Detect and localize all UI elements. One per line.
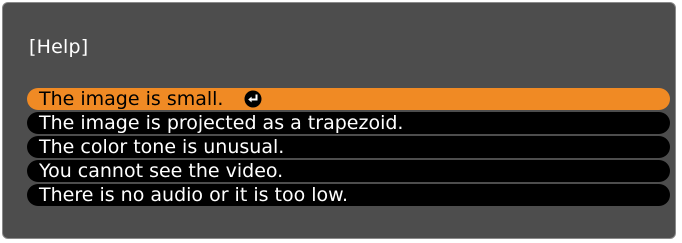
menu-item-label: The color tone is unusual. (39, 136, 285, 158)
menu-item-no-audio[interactable]: There is no audio or it is too low. (27, 184, 670, 206)
help-menu: The image is small. The image is project… (27, 88, 670, 208)
enter-icon (244, 90, 262, 108)
menu-item-trapezoid[interactable]: The image is projected as a trapezoid. (27, 112, 670, 134)
help-dialog: [Help] The image is small. The image is … (2, 2, 676, 239)
dialog-title: [Help] (29, 36, 89, 58)
menu-item-color-tone[interactable]: The color tone is unusual. (27, 136, 670, 158)
menu-item-label: You cannot see the video. (39, 160, 284, 182)
menu-item-label: The image is projected as a trapezoid. (39, 112, 404, 134)
menu-item-image-small[interactable]: The image is small. (27, 88, 670, 110)
menu-item-label: The image is small. (39, 88, 224, 110)
menu-item-label: There is no audio or it is too low. (39, 184, 349, 206)
menu-item-no-video[interactable]: You cannot see the video. (27, 160, 670, 182)
